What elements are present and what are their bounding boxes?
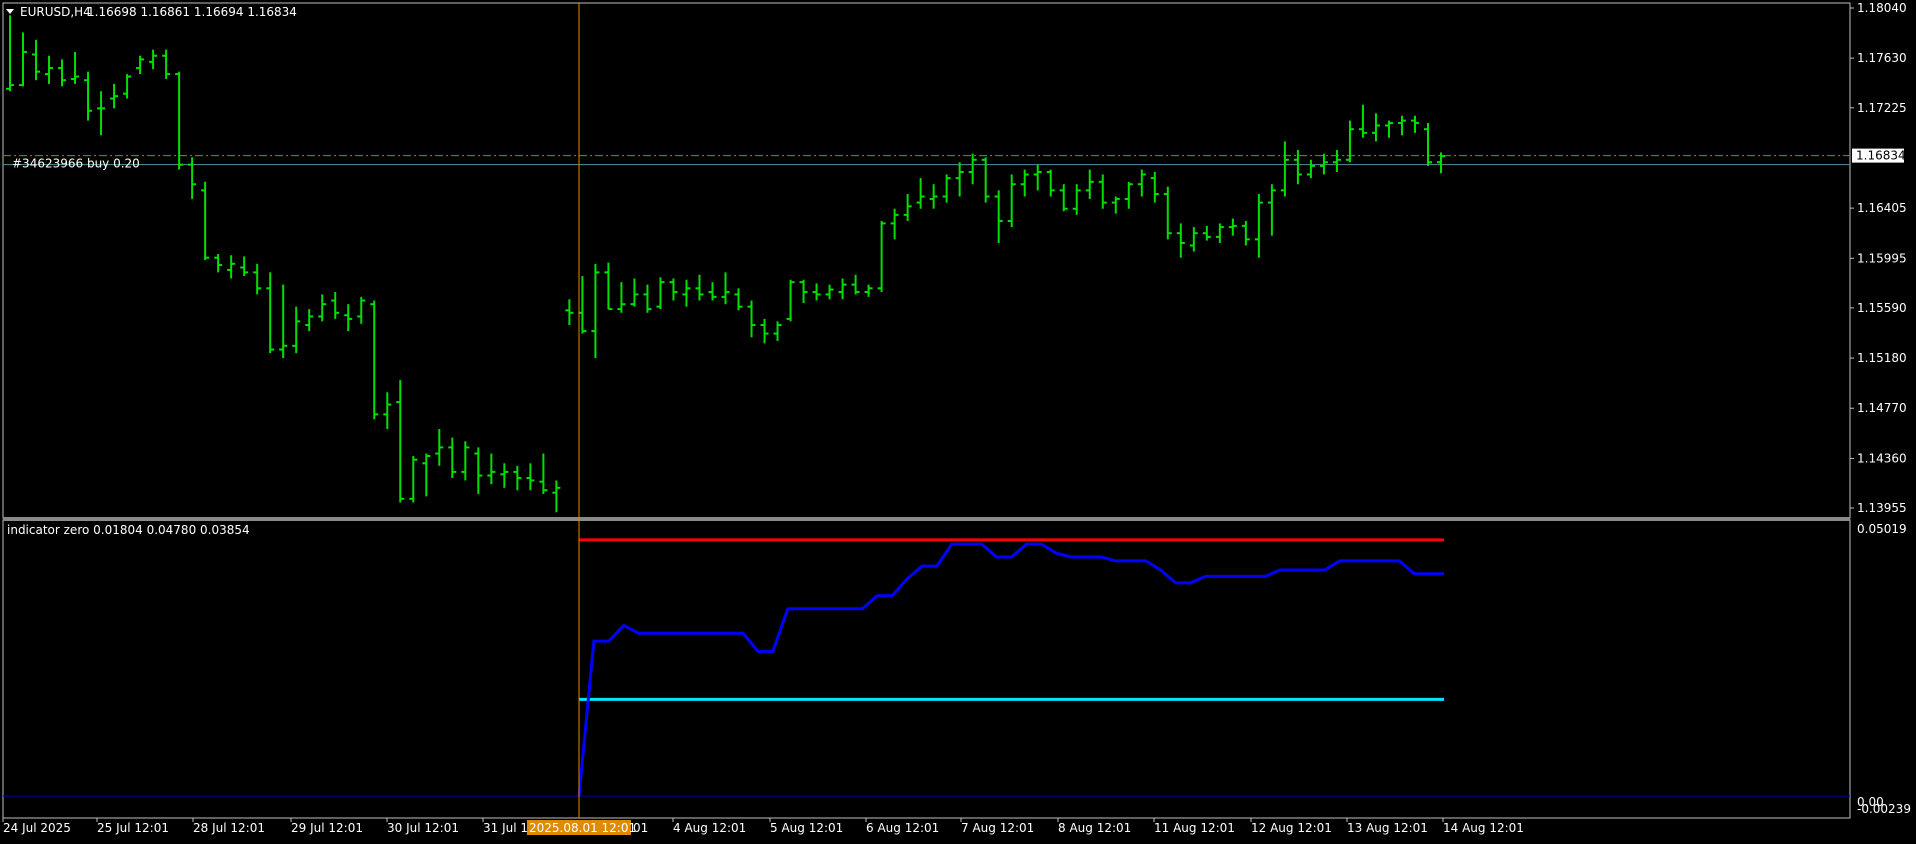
time-tick-label: 31 Jul 1 [483, 821, 528, 835]
time-tick-label: 12 Aug 12:01 [1251, 821, 1332, 835]
price-tick-label: 1.17225 [1857, 101, 1907, 115]
indicator-label: indicator zero 0.01804 0.04780 0.03854 [7, 523, 250, 537]
price-axis: 1.18040 1.17630 1.17225 1.16405 1.15995 1.155… [1850, 1, 1907, 515]
price-tick-label: 1.13955 [1857, 501, 1907, 515]
current-price-label: 1.16834 [1856, 149, 1906, 163]
symbol-label: EURUSD,H4 [20, 5, 91, 19]
time-tick-label: 25 Jul 12:01 [97, 821, 169, 835]
ohlc-values: 1.16698 1.16861 1.16694 1.16834 [87, 5, 297, 19]
chart-window[interactable]: 1.18040 1.17630 1.17225 1.16405 1.15995 1.155… [0, 0, 1916, 840]
price-tick-label: 1.14770 [1857, 401, 1907, 415]
time-tick-label: 11 Aug 12:01 [1154, 821, 1235, 835]
price-tick-label: 1.17630 [1857, 51, 1907, 65]
time-tick-label: 29 Jul 12:01 [291, 821, 363, 835]
order-line-label: #34623966 buy 0.20 [12, 157, 140, 171]
time-tick-label: 24 Jul 2025 [3, 821, 71, 835]
crosshair-time-suffix: 01 [633, 821, 648, 835]
time-tick-label: 4 Aug 12:01 [673, 821, 746, 835]
time-tick-label: 8 Aug 12:01 [1058, 821, 1131, 835]
time-tick-label: 28 Jul 12:01 [193, 821, 265, 835]
price-panel[interactable] [2, 2, 1851, 519]
price-tick-label: 1.18040 [1857, 1, 1907, 15]
price-tick-label: 1.15995 [1857, 251, 1907, 265]
time-tick-label: 5 Aug 12:01 [770, 821, 843, 835]
indicator-axis-top: 0.05019 [1857, 522, 1907, 536]
price-tick-label: 1.14360 [1857, 451, 1907, 465]
price-tick-label: 1.16405 [1857, 201, 1907, 215]
indicator-axis-bottom: -0.00239 [1857, 802, 1911, 816]
time-tick-label: 30 Jul 12:01 [387, 821, 459, 835]
time-axis: 24 Jul 2025 25 Jul 12:01 28 Jul 12:01 29 Ju… [2, 818, 1524, 835]
time-tick-label: 7 Aug 12:01 [961, 821, 1034, 835]
time-tick-label: 14 Aug 12:01 [1443, 821, 1524, 835]
crosshair-time-label: 2025.08.01 12:01 [529, 821, 636, 835]
price-tick-label: 1.15180 [1857, 351, 1907, 365]
time-tick-label: 13 Aug 12:01 [1347, 821, 1428, 835]
price-tick-label: 1.15590 [1857, 301, 1907, 315]
panel-separator[interactable] [3, 517, 1850, 521]
chart-canvas[interactable]: 1.18040 1.17630 1.17225 1.16405 1.15995 1.155… [0, 0, 1916, 840]
time-tick-label: 6 Aug 12:01 [866, 821, 939, 835]
